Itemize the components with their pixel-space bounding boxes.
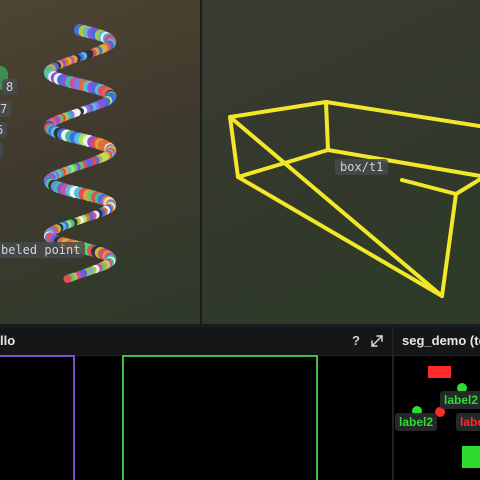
helix-point — [63, 274, 72, 283]
index-tag: 8 — [2, 79, 18, 95]
panel-title[interactable]: seg_demo (te — [402, 327, 480, 355]
red-segment — [428, 366, 451, 378]
viewport-3d-right[interactable]: box/t1 — [202, 0, 480, 324]
point-label: beled point — [0, 242, 86, 258]
green-segment — [462, 446, 480, 468]
index-tag: 6 — [0, 122, 8, 138]
index-tag: 7 — [0, 101, 12, 117]
panel-2d-view[interactable]: llo ? — [0, 327, 392, 480]
segment-label: label2 — [440, 391, 480, 409]
segment-label: label2 — [395, 413, 438, 431]
index-tag: 5 — [0, 143, 4, 159]
panel-header: seg_demo (te — [394, 327, 480, 356]
helix-point-cloud — [43, 24, 117, 283]
panel-title[interactable]: llo — [0, 327, 15, 355]
expand-icon[interactable] — [370, 334, 384, 348]
green-rectangle — [122, 355, 318, 480]
segment-label: labe — [456, 413, 480, 431]
purple-rectangle — [0, 355, 75, 480]
box-label: box/t1 — [335, 159, 389, 175]
panel-header: llo ? — [0, 327, 392, 356]
help-button[interactable]: ? — [352, 327, 360, 355]
panel-segmentation[interactable]: seg_demo (te label2 label2 labe — [394, 327, 480, 480]
viewport-3d-left[interactable]: 8 7 6 5 beled point — [0, 0, 200, 324]
